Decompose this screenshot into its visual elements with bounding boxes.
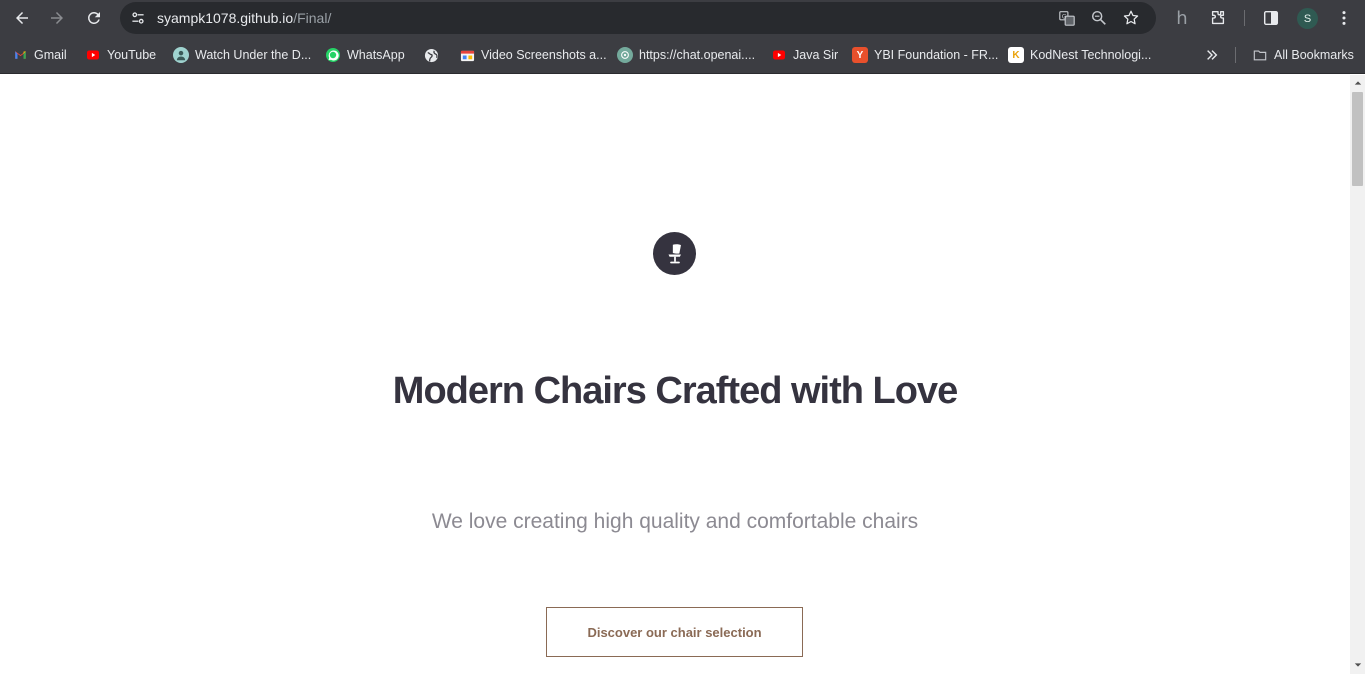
- bookmark-label: YouTube: [107, 48, 157, 62]
- bookmark-label: Video Screenshots a...: [481, 48, 607, 62]
- bookmarks-divider: [1235, 47, 1236, 63]
- hero-subtitle: We love creating high quality and comfor…: [431, 510, 919, 533]
- arrow-left-icon: [16, 12, 28, 24]
- bookmarks-bar: Gmail YouTube Watch Under the D... Whats…: [0, 37, 1365, 74]
- bookmark-label: WhatsApp: [347, 48, 405, 62]
- translate-icon[interactable]: G: [1057, 8, 1077, 28]
- side-panel-icon[interactable]: [1259, 6, 1283, 30]
- youtube-icon: [771, 47, 787, 63]
- bookmark-label: Gmail: [34, 48, 67, 62]
- bookmark-gmail[interactable]: Gmail: [12, 46, 67, 64]
- page-viewport: Modern Chairs Crafted with Love We love …: [0, 75, 1350, 674]
- bookmark-kodnest[interactable]: K KodNest Technologi...: [1008, 46, 1151, 64]
- bookmark-ybi-foundation[interactable]: Y YBI Foundation - FR...: [852, 46, 998, 64]
- bookmark-java-sir[interactable]: Java Sir: [771, 46, 838, 64]
- bookmark-label: Java Sir: [793, 48, 839, 62]
- reload-icon: [87, 11, 100, 24]
- avatar-icon: [173, 47, 189, 63]
- bookmarks-overflow-icon[interactable]: [1202, 46, 1222, 64]
- back-button[interactable]: [8, 4, 36, 32]
- globe-icon: [423, 47, 439, 63]
- extensions-puzzle-icon[interactable]: [1206, 6, 1230, 30]
- forward-button[interactable]: [43, 4, 71, 32]
- bookmark-label: KodNest Technologi...: [1030, 48, 1152, 62]
- browser-toolbar: syampk1078.github.io/Final/ G h S: [0, 0, 1365, 37]
- url-path: /Final/: [293, 10, 332, 26]
- whatsapp-icon: [325, 47, 341, 63]
- scroll-down-arrow-icon[interactable]: [1350, 658, 1365, 672]
- bookmark-watch-under[interactable]: Watch Under the D...: [173, 46, 311, 64]
- bookmark-globe[interactable]: [423, 46, 439, 64]
- openai-icon: [617, 47, 633, 63]
- ybi-icon: Y: [852, 47, 868, 63]
- site-info-icon[interactable]: [128, 8, 148, 28]
- bookmark-star-icon[interactable]: [1121, 8, 1141, 28]
- zoom-icon[interactable]: [1089, 8, 1109, 28]
- video-screenshots-icon: [459, 47, 475, 63]
- extension-h-icon[interactable]: h: [1170, 6, 1194, 30]
- youtube-icon: [85, 47, 101, 63]
- bookmark-openai[interactable]: https://chat.openai....: [617, 46, 755, 64]
- chair-logo-icon: [653, 232, 696, 275]
- kodnest-icon: K: [1008, 47, 1024, 63]
- bookmark-youtube[interactable]: YouTube: [85, 46, 156, 64]
- reload-button[interactable]: [80, 4, 108, 32]
- scroll-up-arrow-icon[interactable]: [1350, 76, 1365, 90]
- url-host: syampk1078.github.io: [157, 10, 294, 26]
- discover-chairs-button[interactable]: Discover our chair selection: [546, 607, 803, 657]
- folder-icon: [1252, 47, 1268, 63]
- scrollbar-thumb[interactable]: [1352, 92, 1363, 186]
- bookmark-label: https://chat.openai....: [639, 48, 756, 62]
- hero-headline: Modern Chairs Crafted with Love: [392, 370, 958, 412]
- kebab-menu-icon[interactable]: [1332, 6, 1356, 30]
- address-bar[interactable]: syampk1078.github.io/Final/ G: [120, 2, 1156, 34]
- bookmark-whatsapp[interactable]: WhatsApp: [325, 46, 405, 64]
- bookmark-label: YBI Foundation - FR...: [874, 48, 999, 62]
- profile-avatar[interactable]: S: [1297, 8, 1318, 29]
- toolbar-divider: [1244, 10, 1245, 26]
- svg-text:G: G: [1062, 13, 1067, 20]
- all-bookmarks-button[interactable]: All Bookmarks: [1252, 46, 1354, 64]
- all-bookmarks-label: All Bookmarks: [1274, 48, 1354, 62]
- bookmark-label: Watch Under the D...: [195, 48, 312, 62]
- arrow-right-icon: [51, 12, 63, 24]
- url-text[interactable]: syampk1078.github.io/Final/: [157, 10, 331, 26]
- gmail-icon: [12, 47, 28, 63]
- bookmark-video-screenshots[interactable]: Video Screenshots a...: [459, 46, 607, 64]
